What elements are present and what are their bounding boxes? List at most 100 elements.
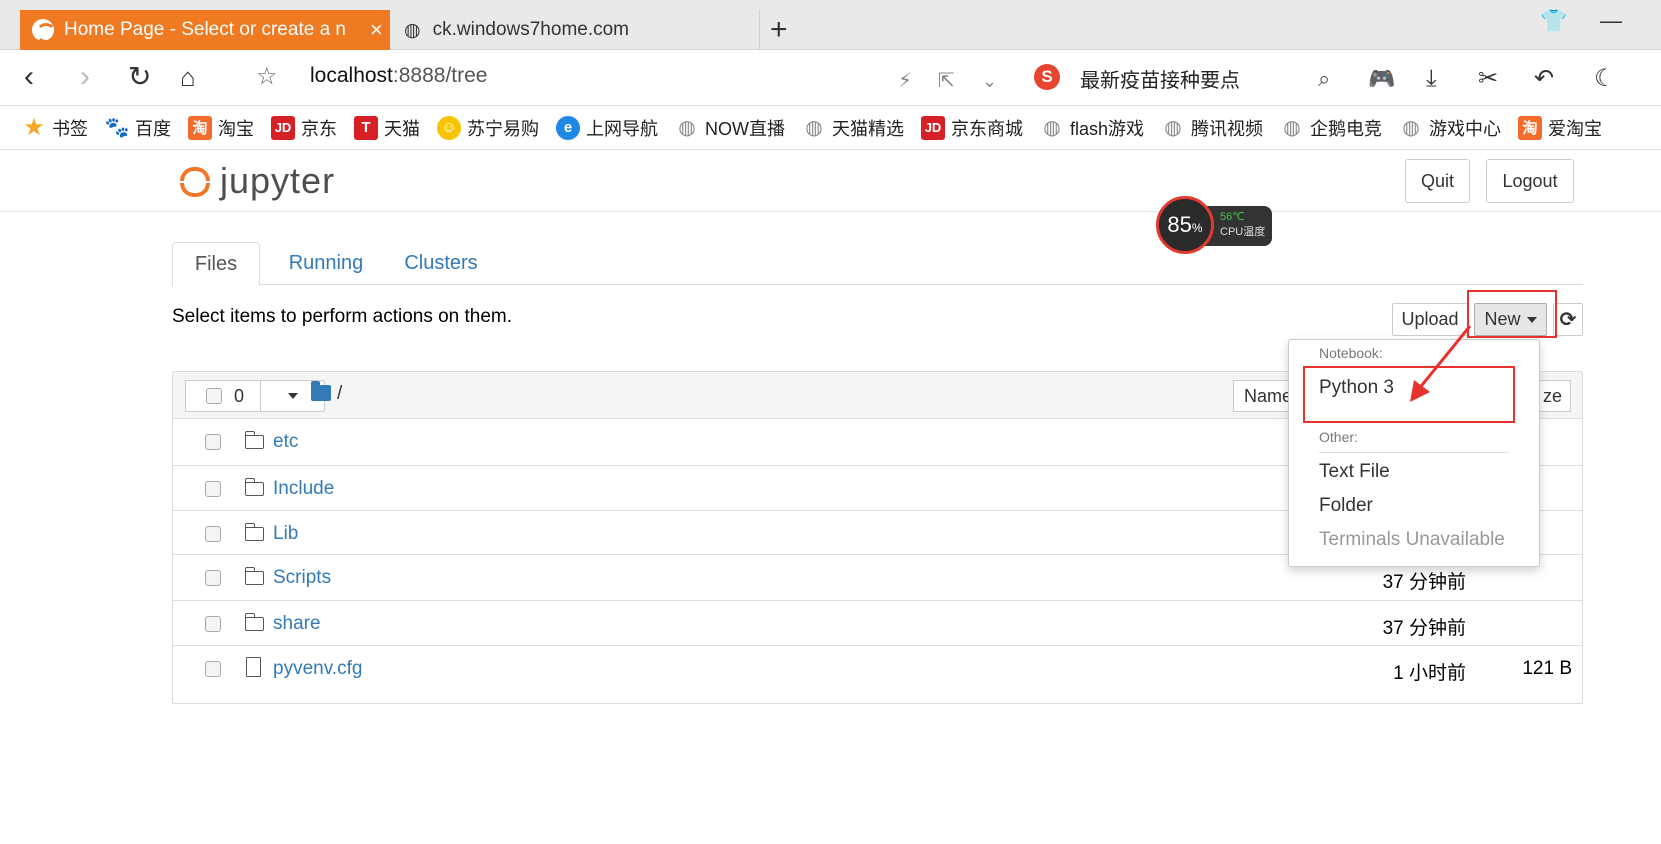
item-modified: 37 分钟前 [1382, 618, 1466, 639]
bookmark-item[interactable]: ◍ flash游戏 [1040, 115, 1144, 141]
bookmark-label: 百度 [135, 118, 171, 139]
jd-icon: JD [921, 115, 945, 140]
tab-files[interactable]: Files [172, 242, 260, 286]
bookmark-item[interactable]: ◍ NOW直播 [675, 115, 785, 141]
minimize-button[interactable]: — [1600, 8, 1622, 34]
ie-icon: e [556, 115, 580, 140]
search-icon[interactable]: ⌕ [1318, 62, 1330, 96]
close-tab-icon[interactable]: × [370, 17, 383, 43]
item-checkbox[interactable] [205, 481, 221, 497]
globe-icon: ◍ [1164, 117, 1182, 139]
url-field[interactable]: localhost:8888/tree [310, 64, 487, 88]
sogou-search-icon[interactable]: S [1034, 64, 1060, 90]
folder-icon [244, 567, 264, 585]
bookmark-item[interactable]: 淘 淘宝 [188, 115, 254, 141]
browser-tab-active[interactable]: Home Page - Select or create a n × [20, 10, 390, 50]
toolbar-instructions: Select items to perform actions on them. [172, 306, 513, 327]
item-link[interactable]: share [273, 613, 321, 635]
refresh-list-button[interactable]: ⟳ [1553, 303, 1583, 336]
star-bookmark-icon[interactable]: ☆ [256, 60, 278, 94]
quit-button[interactable]: Quit [1405, 159, 1470, 203]
item-link[interactable]: Include [273, 478, 334, 500]
night-mode-icon[interactable]: ☾ [1594, 62, 1616, 96]
list-item[interactable]: share 37 分钟前 [173, 601, 1582, 646]
folder-icon [244, 523, 264, 541]
select-all-control[interactable]: 0 [185, 380, 325, 412]
item-checkbox[interactable] [205, 570, 221, 586]
url-host: localhost [310, 64, 393, 87]
tab-clusters[interactable]: Clusters [386, 242, 496, 285]
item-link[interactable]: Scripts [273, 567, 331, 589]
suning-icon: ☺ [437, 115, 461, 140]
bookmark-label: 腾讯视频 [1191, 118, 1264, 139]
refresh-icon[interactable]: ↻ [128, 60, 151, 94]
menu-item-folder[interactable]: Folder [1319, 495, 1373, 517]
forward-icon[interactable]: › [80, 60, 90, 94]
download-icon[interactable]: ⤓ [1426, 62, 1437, 96]
select-all-checkbox[interactable] [206, 388, 222, 404]
bookmark-label: 苏宁易购 [467, 118, 539, 139]
bookmark-item[interactable]: JD 京东 [271, 115, 337, 141]
star-icon: ★ [23, 114, 45, 141]
browser-tab-bar: Home Page - Select or create a n × ◍ ck.… [0, 0, 1661, 50]
selected-count: 0 [234, 386, 245, 406]
bookmark-label: 爱淘宝 [1548, 118, 1603, 139]
bookmark-item[interactable]: ★ 书签 [22, 114, 88, 141]
new-tab-button[interactable]: + [770, 12, 788, 48]
menu-item-text-file[interactable]: Text File [1319, 461, 1390, 483]
globe-icon: ◍ [805, 117, 823, 139]
item-checkbox[interactable] [205, 526, 221, 542]
globe-icon: ◍ [1043, 117, 1061, 139]
lightning-icon[interactable]: ⚡ [898, 64, 912, 98]
caret-down-icon [288, 393, 298, 399]
scissors-icon[interactable]: ✂ [1478, 62, 1498, 96]
bookmark-item[interactable]: ◍ 腾讯视频 [1161, 115, 1263, 141]
bookmark-item[interactable]: ◍ 企鹅电竞 [1280, 115, 1382, 141]
bookmark-item[interactable]: ◍ 天猫精选 [802, 115, 904, 141]
item-checkbox[interactable] [205, 661, 221, 677]
skin-icon[interactable]: 👕 [1540, 8, 1567, 34]
bookmark-item[interactable]: 淘 爱淘宝 [1518, 115, 1602, 141]
logout-button[interactable]: Logout [1486, 159, 1574, 203]
gamepad-icon[interactable]: 🎮 [1368, 62, 1395, 96]
bookmark-label: 游戏中心 [1429, 118, 1502, 139]
cpu-percent: 85 [1167, 212, 1192, 237]
item-link[interactable]: etc [273, 431, 298, 453]
breadcrumb[interactable]: / [337, 383, 342, 405]
list-item[interactable]: pyvenv.cfg 1 小时前 121 B [173, 646, 1582, 703]
bookmark-item[interactable]: e 上网导航 [556, 115, 658, 141]
bookmark-label: 上网导航 [586, 118, 658, 139]
folder-icon [244, 478, 264, 496]
bookmarks-bar: ★ 书签 🐾 百度 淘 淘宝 JD 京东 T 天猫 ☺ 苏宁易购 e 上网导航 … [0, 106, 1661, 150]
tab-running[interactable]: Running [270, 242, 382, 285]
baidu-icon: 🐾 [104, 117, 130, 139]
browser-tab[interactable]: ◍ ck.windows7home.com [390, 10, 760, 50]
jupyter-logo[interactable]: jupyter [178, 160, 335, 202]
search-input[interactable]: 最新疫苗接种要点 [1080, 64, 1240, 93]
item-link[interactable]: Lib [273, 523, 298, 545]
jupyter-logo-icon [178, 161, 212, 201]
undo-icon[interactable]: ↶ [1534, 62, 1554, 96]
folder-icon [244, 613, 264, 631]
folder-icon [311, 381, 331, 401]
item-link[interactable]: pyvenv.cfg [273, 658, 362, 680]
back-icon[interactable]: ‹ [24, 60, 34, 94]
menu-header-notebook: Notebook: [1319, 345, 1383, 361]
globe-icon: ◍ [404, 19, 421, 41]
menu-item-terminals-unavailable: Terminals Unavailable [1319, 529, 1505, 550]
share-icon[interactable]: ⇱ [938, 64, 955, 98]
home-icon[interactable]: ⌂ [180, 60, 196, 94]
item-checkbox[interactable] [205, 616, 221, 632]
bookmark-label: NOW直播 [705, 118, 785, 139]
cpu-percent-unit: % [1191, 221, 1203, 235]
bookmark-item[interactable]: JD 京东商城 [921, 115, 1023, 141]
item-checkbox[interactable] [205, 434, 221, 450]
bookmark-item[interactable]: 🐾 百度 [105, 115, 171, 141]
bookmark-label: 企鹅电竞 [1310, 118, 1383, 139]
url-path: :8888/tree [392, 64, 488, 87]
tab-title: Home Page - Select or create a n [64, 19, 346, 40]
bookmark-item[interactable]: ☺ 苏宁易购 [437, 115, 539, 141]
bookmark-item[interactable]: T 天猫 [354, 115, 420, 141]
bookmark-item[interactable]: ◍ 游戏中心 [1399, 115, 1501, 141]
chevron-down-icon[interactable]: ⌄ [982, 64, 997, 98]
